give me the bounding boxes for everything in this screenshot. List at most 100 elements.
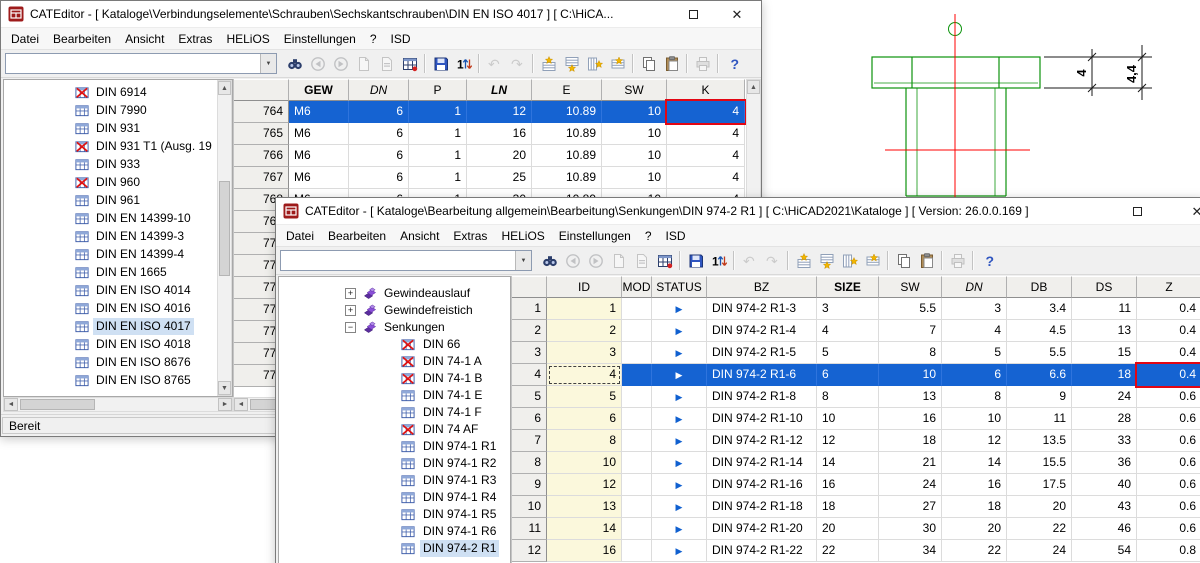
cell[interactable]: 25: [467, 167, 532, 189]
cell[interactable]: 18: [879, 430, 942, 452]
cell[interactable]: 8: [942, 386, 1007, 408]
cell[interactable]: 30: [879, 518, 942, 540]
cell[interactable]: 18: [942, 496, 1007, 518]
cell[interactable]: ▶: [652, 408, 707, 430]
table-properties-button[interactable]: [653, 250, 676, 272]
cell[interactable]: 2: [547, 320, 622, 342]
menu-help[interactable]: ?: [638, 226, 659, 246]
cell[interactable]: 20: [467, 145, 532, 167]
cell[interactable]: [622, 452, 652, 474]
nav-forward-button[interactable]: [329, 53, 352, 75]
insert-row-above-button[interactable]: [792, 250, 815, 272]
column-header-k[interactable]: K: [667, 79, 745, 101]
cell[interactable]: 43: [1072, 496, 1137, 518]
column-header-dn[interactable]: DN: [349, 79, 409, 101]
cell[interactable]: 0.6: [1137, 430, 1200, 452]
tree-item-din-933[interactable]: DIN 933: [93, 156, 143, 173]
cell[interactable]: 7: [879, 320, 942, 342]
row-header[interactable]: 7: [512, 430, 547, 452]
cell[interactable]: DIN 974-2 R1-12: [707, 430, 817, 452]
column-header-sw[interactable]: SW: [879, 276, 942, 298]
cell[interactable]: 0.4: [1137, 320, 1200, 342]
renumber-button[interactable]: 1: [707, 250, 730, 272]
cell[interactable]: ▶: [652, 430, 707, 452]
tree-item-din-974-1-r6[interactable]: DIN 974-1 R6: [420, 523, 499, 540]
tree-item-din-en-iso-8765[interactable]: DIN EN ISO 8765: [93, 372, 194, 389]
scroll-up-button[interactable]: [747, 80, 760, 94]
cell[interactable]: 24: [879, 474, 942, 496]
cell[interactable]: ▶: [652, 518, 707, 540]
cell[interactable]: 6: [942, 364, 1007, 386]
column-header-z[interactable]: Z: [1137, 276, 1200, 298]
cell[interactable]: 5.5: [1007, 342, 1072, 364]
cell[interactable]: 10: [602, 123, 667, 145]
tree-item-din-974-1-r2[interactable]: DIN 974-1 R2: [420, 455, 499, 472]
cell[interactable]: 6.6: [1007, 364, 1072, 386]
cell[interactable]: 10: [602, 167, 667, 189]
titlebar[interactable]: CATEditor - [ Kataloge\Verbindungselemen…: [1, 1, 761, 28]
cell[interactable]: 10.89: [532, 145, 602, 167]
cell[interactable]: 46: [1072, 518, 1137, 540]
cell[interactable]: 24: [1072, 386, 1137, 408]
print-button[interactable]: [691, 53, 714, 75]
row-header[interactable]: 765: [234, 123, 289, 145]
open-document-button[interactable]: [630, 250, 653, 272]
cell[interactable]: 17.5: [1007, 474, 1072, 496]
row-header[interactable]: 4: [512, 364, 547, 386]
cell[interactable]: 14: [942, 452, 1007, 474]
tree-item-gewindeauslauf[interactable]: Gewindeauslauf: [381, 285, 473, 302]
row-header[interactable]: 6: [512, 408, 547, 430]
cell[interactable]: 14: [817, 452, 879, 474]
help-button[interactable]: ?: [977, 250, 1000, 272]
column-header-size[interactable]: SIZE: [817, 276, 879, 298]
close-button[interactable]: [1181, 198, 1200, 225]
row-header[interactable]: 2: [512, 320, 547, 342]
tree-item-din-en-iso-4017[interactable]: DIN EN ISO 4017: [93, 318, 194, 335]
cell[interactable]: 0.4: [1137, 364, 1200, 386]
redo-button[interactable]: ↷: [506, 53, 529, 75]
delete-row-button[interactable]: [861, 250, 884, 272]
cell[interactable]: DIN 974-2 R1-22: [707, 540, 817, 562]
cell[interactable]: 0.6: [1137, 518, 1200, 540]
cell[interactable]: ▶: [652, 452, 707, 474]
tree-item-din-974-1-r3[interactable]: DIN 974-1 R3: [420, 472, 499, 489]
scroll-down-button[interactable]: [218, 381, 231, 395]
cell[interactable]: 16: [467, 123, 532, 145]
menu-helios[interactable]: HELiOS: [494, 226, 551, 246]
cell[interactable]: 16: [817, 474, 879, 496]
cell[interactable]: DIN 974-2 R1-16: [707, 474, 817, 496]
find-button[interactable]: [538, 250, 561, 272]
cell[interactable]: 20: [817, 518, 879, 540]
tree-item-din-974-2-r1[interactable]: DIN 974-2 R1: [420, 540, 499, 557]
paste-button[interactable]: [660, 53, 683, 75]
undo-button[interactable]: ↶: [483, 53, 506, 75]
new-document-button[interactable]: [352, 53, 375, 75]
cell[interactable]: 28: [1072, 408, 1137, 430]
cell[interactable]: DIN 974-2 R1-8: [707, 386, 817, 408]
cell[interactable]: [622, 320, 652, 342]
menu-extras[interactable]: Extras: [446, 226, 494, 246]
tree-item-din-931[interactable]: DIN 931: [93, 120, 143, 137]
cell[interactable]: [622, 496, 652, 518]
cell[interactable]: [622, 430, 652, 452]
menu-einstellungen[interactable]: Einstellungen: [277, 29, 363, 49]
column-header-dn[interactable]: DN: [942, 276, 1007, 298]
cell[interactable]: 4: [817, 320, 879, 342]
combo-dropdown-button[interactable]: [260, 54, 276, 73]
cell[interactable]: 4: [667, 145, 745, 167]
cell[interactable]: 12: [942, 430, 1007, 452]
cell[interactable]: DIN 974-2 R1-10: [707, 408, 817, 430]
tree-item-din-en-14399-3[interactable]: DIN EN 14399-3: [93, 228, 187, 245]
column-header-p[interactable]: P: [409, 79, 467, 101]
cell[interactable]: 9: [1007, 386, 1072, 408]
row-header[interactable]: 3: [512, 342, 547, 364]
tree-item-din-6914[interactable]: DIN 6914: [93, 84, 150, 101]
cell[interactable]: DIN 974-2 R1-5: [707, 342, 817, 364]
cell[interactable]: 0.6: [1137, 496, 1200, 518]
tree-item-senkungen[interactable]: Senkungen: [381, 319, 448, 336]
maximize-button[interactable]: [1121, 198, 1153, 225]
new-document-button[interactable]: [607, 250, 630, 272]
tree-item-gewindefreistich[interactable]: Gewindefreistich: [381, 302, 476, 319]
cell[interactable]: [622, 474, 652, 496]
cell[interactable]: 0.8: [1137, 540, 1200, 562]
